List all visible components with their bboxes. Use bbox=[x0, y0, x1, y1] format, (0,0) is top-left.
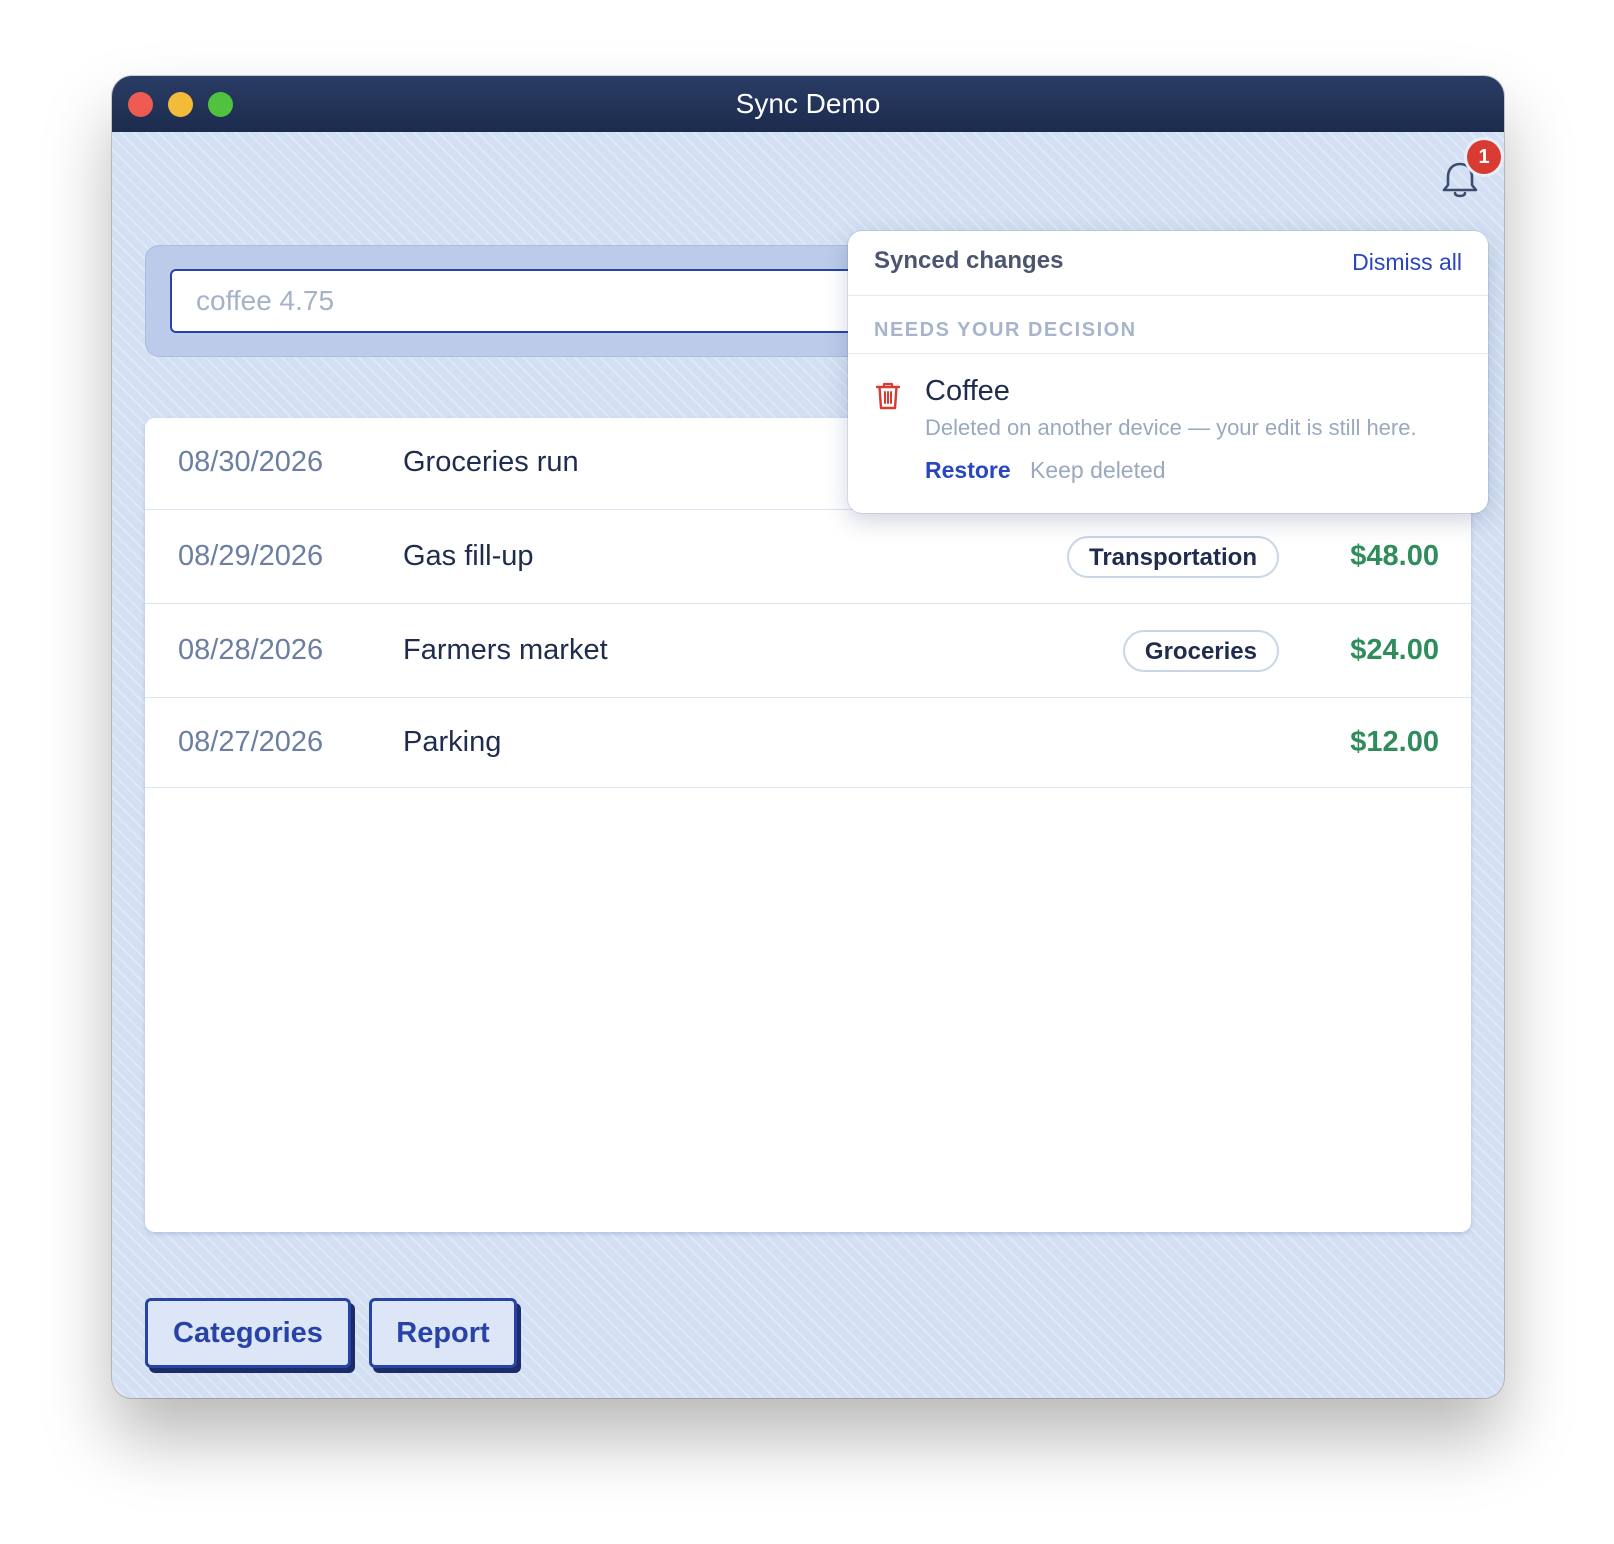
row-description: Farmers market bbox=[403, 634, 608, 666]
row-amount: $24.00 bbox=[1350, 634, 1439, 666]
divider bbox=[848, 353, 1488, 354]
window-title: Sync Demo bbox=[735, 88, 881, 119]
notification-count-badge: 1 bbox=[1467, 140, 1501, 174]
table-row[interactable]: 08/28/2026 Farmers market Groceries $24.… bbox=[145, 604, 1471, 698]
row-date: 08/27/2026 bbox=[178, 726, 324, 758]
divider bbox=[848, 295, 1488, 296]
conflict-item-name: Coffee bbox=[925, 375, 1010, 407]
app-window: Sync Demo 1 08/30/2026 Groceries run 08/… bbox=[112, 76, 1504, 1398]
row-amount: $12.00 bbox=[1350, 726, 1439, 758]
conflict-item-description: Deleted on another device — your edit is… bbox=[925, 415, 1417, 440]
transaction-list: 08/30/2026 Groceries run 08/29/2026 Gas … bbox=[145, 418, 1471, 1232]
section-heading: NEEDS YOUR DECISION bbox=[874, 319, 1137, 341]
quick-entry-input[interactable] bbox=[170, 269, 870, 333]
category-tag[interactable]: Groceries bbox=[1122, 630, 1279, 672]
row-amount: $48.00 bbox=[1350, 540, 1439, 572]
table-row[interactable]: 08/27/2026 Parking $12.00 bbox=[145, 698, 1471, 788]
row-date: 08/30/2026 bbox=[178, 446, 324, 478]
row-date: 08/28/2026 bbox=[178, 634, 324, 666]
restore-button[interactable]: Restore bbox=[925, 457, 1011, 484]
synced-changes-popover: Synced changes Dismiss all NEEDS YOUR DE… bbox=[848, 231, 1488, 513]
popover-title: Synced changes bbox=[874, 247, 1064, 274]
title-bar: Sync Demo bbox=[112, 76, 1504, 132]
row-description: Parking bbox=[403, 726, 502, 758]
trash-icon bbox=[875, 382, 901, 410]
dismiss-all-link[interactable]: Dismiss all bbox=[1352, 249, 1462, 276]
categories-button[interactable]: Categories bbox=[145, 1298, 351, 1368]
category-tag[interactable]: Transportation bbox=[1066, 536, 1279, 578]
row-description: Groceries run bbox=[403, 446, 579, 478]
keep-deleted-button[interactable]: Keep deleted bbox=[1030, 457, 1166, 484]
report-button[interactable]: Report bbox=[369, 1298, 517, 1368]
table-row[interactable]: 08/29/2026 Gas fill-up Transportation $4… bbox=[145, 510, 1471, 604]
row-date: 08/29/2026 bbox=[178, 540, 324, 572]
entry-panel bbox=[145, 245, 870, 357]
row-description: Gas fill-up bbox=[403, 540, 534, 572]
